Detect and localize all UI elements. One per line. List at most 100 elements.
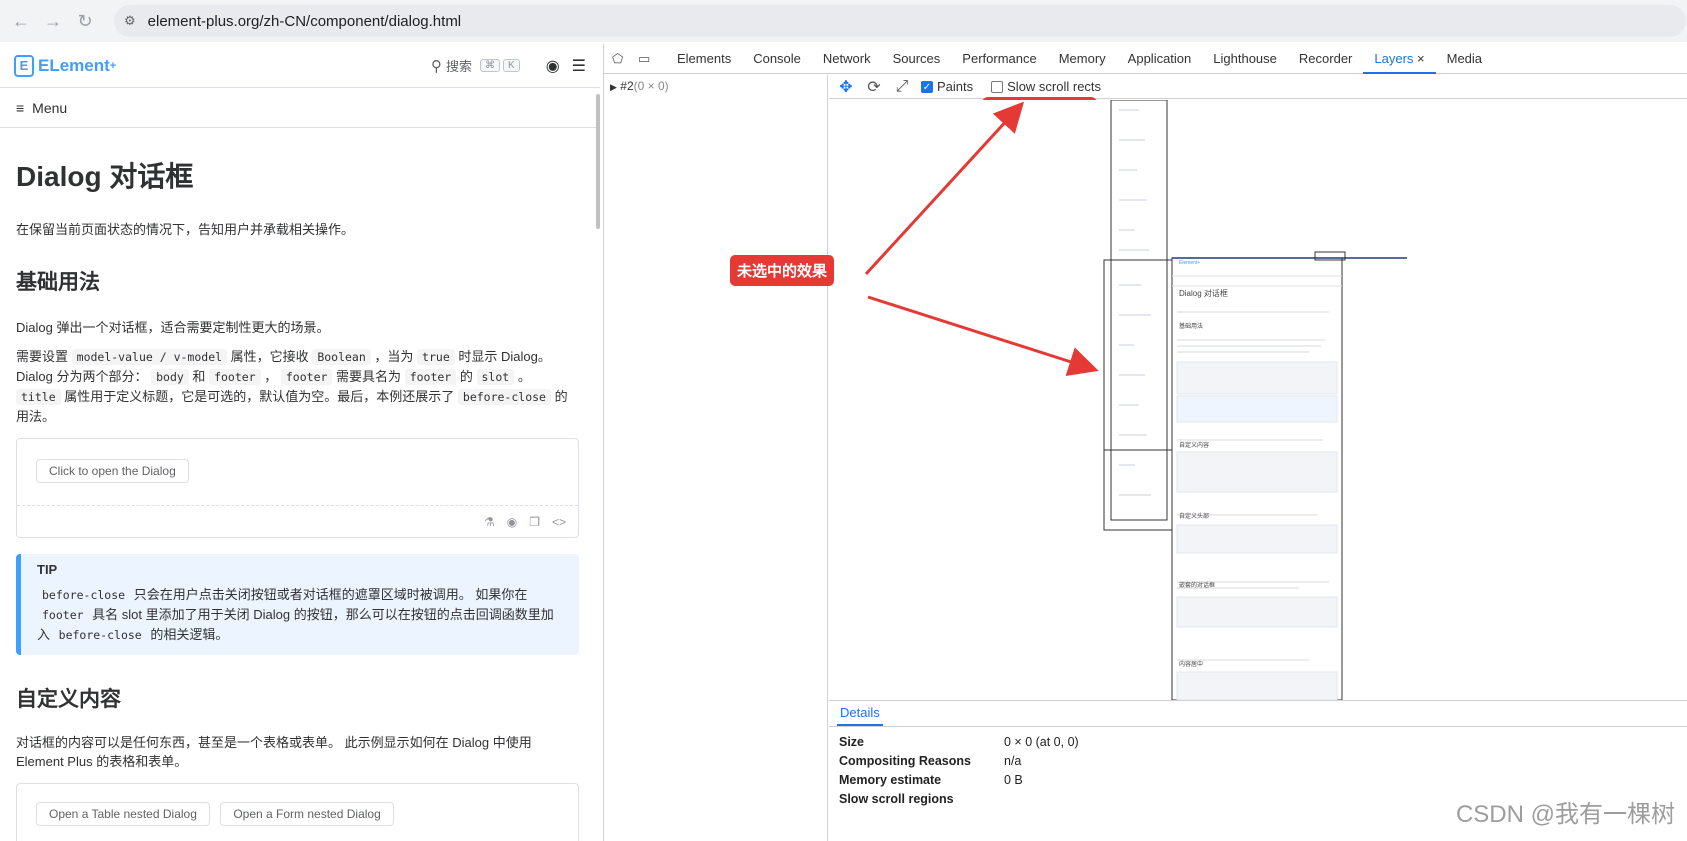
custom-content-desc: 对话框的内容可以是任何东西，甚至是一个表格或表单。 此示例显示如何在 Dialo… xyxy=(16,735,532,769)
text-seg: 属性，它接收 xyxy=(230,349,309,364)
text-seg: 的 xyxy=(459,369,473,384)
tip-title: TIP xyxy=(37,562,58,577)
search-button[interactable]: ⚲ 搜索 ⌘ K xyxy=(431,56,520,75)
devtools-tab-elements[interactable]: Elements xyxy=(666,44,742,74)
code-icon[interactable]: <> xyxy=(552,515,566,529)
devtools-tab-recorder[interactable]: Recorder xyxy=(1288,44,1363,74)
section-custom-content: 自定义内容 xyxy=(16,688,121,711)
details-tab[interactable]: Details xyxy=(837,701,883,726)
menu-bar[interactable]: ≡ Menu xyxy=(0,88,600,128)
element-logo-icon: E xyxy=(14,54,34,77)
layers-toolbar: ✥ ⟳ ⤢ ✓ Paints Slow scroll rects xyxy=(829,75,1687,99)
reset-transform-icon[interactable]: ⤢ xyxy=(893,78,911,96)
layer-node[interactable]: #2 xyxy=(620,79,633,93)
slow-scroll-label: Slow scroll rects xyxy=(1007,79,1102,94)
devtools-panel: ⬠ ▭ Elements Console Network Sources Perform… xyxy=(603,44,1687,841)
demo-custom-content: Open a Table nested Dialog Open a Form n… xyxy=(16,783,579,841)
github-source-icon[interactable]: ◉ xyxy=(507,515,517,529)
playground-icon[interactable]: ⚗ xyxy=(484,515,495,529)
element-plus-page: E ELement + ⚲ 搜索 ⌘ K ◉ ☰ ≡ Menu Dialog 对… xyxy=(0,44,600,841)
text-seg: 和 xyxy=(192,369,206,384)
github-icon[interactable]: ◉ xyxy=(546,56,560,76)
devtools-tab-media[interactable]: Media xyxy=(1436,44,1493,74)
back-icon[interactable]: ← xyxy=(10,10,32,32)
kbd-k: K xyxy=(503,59,520,72)
details-row: Memory estimate 0 B xyxy=(839,770,1678,789)
devtools-tab-lighthouse[interactable]: Lighthouse xyxy=(1202,44,1288,74)
site-settings-icon[interactable]: ⚙ xyxy=(124,13,136,29)
logo-text: ELement xyxy=(38,55,110,75)
devtools-tab-list: Elements Console Network Sources Performance… xyxy=(666,44,1493,74)
details-row: Size 0 × 0 (at 0, 0) xyxy=(839,732,1678,751)
demo-basic: Click to open the Dialog ⚗ ◉ ❐ <> xyxy=(16,438,579,538)
details-row: Compositing Reasons n/a xyxy=(839,751,1678,770)
inspect-element-icon[interactable]: ⬠ xyxy=(612,51,630,67)
outline-toggle-icon[interactable]: ☰ xyxy=(572,56,586,76)
devtools-tab-layers[interactable]: Layers × xyxy=(1363,44,1436,74)
watermark: CSDN @我有一棵树 xyxy=(1455,801,1675,828)
pan-mode-icon[interactable]: ✥ xyxy=(837,77,855,97)
devtools-tab-performance[interactable]: Performance xyxy=(951,44,1047,74)
basic-usage-detail: 需要设置 model-value / v-model 属性，它接收 Boolea… xyxy=(16,347,578,426)
open-form-dialog-button[interactable]: Open a Form nested Dialog xyxy=(220,802,394,826)
text-seg: ， xyxy=(264,369,278,384)
mini-sec1: 基础用法 xyxy=(1179,324,1204,330)
mini-sec5: 内容居中 xyxy=(1179,662,1204,668)
devtools-tab-sources[interactable]: Sources xyxy=(882,44,952,74)
paints-checkbox[interactable]: ✓ Paints xyxy=(921,79,973,94)
mini-page-text: Element+ Dialog 对话框 基础用法 自定义内容 自定义头部 嵌套的… xyxy=(1179,260,1339,668)
page-scrollbar[interactable] xyxy=(596,94,600,229)
url-text: element-plus.org/zh-CN/component/dialog.… xyxy=(147,12,462,30)
browser-toolbar: ← → ↻ ⚙ element-plus.org/zh-CN/component… xyxy=(0,0,1687,42)
devtools-tab-network[interactable]: Network xyxy=(812,44,882,74)
code-boolean: Boolean xyxy=(312,349,371,365)
close-tab-icon[interactable]: × xyxy=(1413,51,1425,66)
devtools-tab-console[interactable]: Console xyxy=(742,44,812,74)
open-dialog-button[interactable]: Click to open the Dialog xyxy=(36,459,189,483)
details-value: n/a xyxy=(1004,753,1022,768)
code-footer: footer xyxy=(209,369,261,385)
details-value: 0 B xyxy=(1004,772,1023,787)
menu-icon: ≡ xyxy=(16,99,25,116)
details-key: Memory estimate xyxy=(839,772,942,787)
code-footer-2: footer xyxy=(280,369,333,385)
code-before-close-tip: before-close xyxy=(42,588,126,602)
device-toolbar-icon[interactable]: ▭ xyxy=(638,51,656,67)
text-seg: 属性用于定义标题，它是可选的，默认值为空。最后，本例还展示了 xyxy=(64,389,455,404)
devtools-tab-memory[interactable]: Memory xyxy=(1048,44,1117,74)
devtools-tabbar: ⬠ ▭ Elements Console Network Sources Perform… xyxy=(604,44,1687,74)
devtools-tab-application[interactable]: Application xyxy=(1117,44,1203,74)
open-table-dialog-button[interactable]: Open a Table nested Dialog xyxy=(36,802,210,826)
code-slot: slot xyxy=(476,369,515,385)
code-before-close-tip-2: before-close xyxy=(58,628,142,642)
tree-expand-icon[interactable]: ▶ xyxy=(610,82,617,92)
page-title: Dialog 对话框 xyxy=(16,161,194,192)
annotation-callout: 未选中的效果 xyxy=(730,255,835,286)
doc-content: Dialog 对话框 在保留当前页面状态的情况下，告知用户并承载相关操作。 基础… xyxy=(0,155,594,841)
faint-lines xyxy=(1119,109,1151,496)
layers-view: ✥ ⟳ ⤢ ✓ Paints Slow scroll rects Element… xyxy=(829,75,1687,841)
code-model-value: model-value / v-model xyxy=(71,349,228,365)
site-logo[interactable]: E ELement + xyxy=(14,54,116,77)
section-basic-usage: 基础用法 xyxy=(16,271,100,294)
code-footer-tip: footer xyxy=(42,608,84,622)
details-key: Compositing Reasons xyxy=(839,753,971,768)
layers-3d-viewport[interactable]: Element+ Dialog 对话框 基础用法 自定义内容 自定义头部 嵌套的… xyxy=(829,100,1687,700)
mini-logo: Element+ xyxy=(1179,260,1201,266)
code-body: body xyxy=(151,369,189,385)
layers-tree: ▶ #2(0 × 0) xyxy=(604,75,828,841)
rotate-mode-icon[interactable]: ⟳ xyxy=(865,77,883,97)
details-key: Size xyxy=(839,734,865,749)
tip-text: before-close 只会在用户点击关闭按钮或者对话框的遮罩区域时被调用。 … xyxy=(37,585,565,645)
details-key: Slow scroll regions xyxy=(839,791,954,806)
address-bar[interactable]: ⚙ element-plus.org/zh-CN/component/dialo… xyxy=(114,5,1686,37)
slow-scroll-rects-checkbox[interactable]: Slow scroll rects xyxy=(991,79,1101,94)
details-value: 0 × 0 (at 0, 0) xyxy=(1004,734,1079,749)
site-header: E ELement + ⚲ 搜索 ⌘ K ◉ ☰ xyxy=(0,44,600,88)
layer-node-size: (0 × 0) xyxy=(633,79,669,93)
forward-icon[interactable]: → xyxy=(42,10,64,32)
mini-title: Dialog 对话框 xyxy=(1179,289,1228,298)
reload-icon[interactable]: ↻ xyxy=(74,10,96,32)
paints-check-icon: ✓ xyxy=(921,80,933,93)
copy-icon[interactable]: ❐ xyxy=(529,515,540,529)
